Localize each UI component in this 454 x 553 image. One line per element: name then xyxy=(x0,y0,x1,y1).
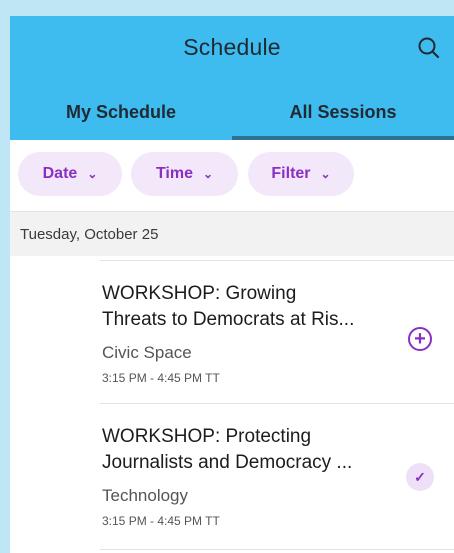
app-header: Schedule My Schedule All Sessions xyxy=(10,16,454,140)
session-time: 3:15 PM - 4:45 PM TT xyxy=(102,371,220,385)
page-title: Schedule xyxy=(183,34,281,60)
filter-chip[interactable]: Filter ⌄ xyxy=(248,152,354,196)
session-title-line: Journalists and Democracy ... xyxy=(102,452,353,473)
session-title: WORKSHOP: Protecting Journalists and Dem… xyxy=(102,424,402,476)
date-filter-chip[interactable]: Date ⌄ xyxy=(18,152,122,196)
session-track: Technology xyxy=(102,486,189,505)
filter-label: Filter xyxy=(271,165,311,182)
tab-all-sessions[interactable]: All Sessions xyxy=(232,92,454,140)
time-filter-label: Time xyxy=(155,165,193,182)
tab-my-schedule[interactable]: My Schedule xyxy=(10,92,232,140)
added-to-schedule-button[interactable]: ✓ xyxy=(406,463,434,491)
day-header: Tuesday, October 25 xyxy=(10,211,454,256)
filter-bar: Date ⌄ Time ⌄ Filter ⌄ xyxy=(10,140,454,211)
session-title-line: Threats to Democrats at Ris... xyxy=(102,309,355,330)
session-time: 3:15 PM - 4:45 PM TT xyxy=(102,514,220,528)
session-track: Civic Space xyxy=(102,343,192,362)
chevron-down-icon: ⌄ xyxy=(87,167,98,181)
chevron-down-icon: ⌄ xyxy=(320,167,331,181)
session-title-line: WORKSHOP: Growing xyxy=(102,283,297,304)
date-filter-label: Date xyxy=(42,165,78,182)
session-divider xyxy=(100,549,454,553)
check-icon: ✓ xyxy=(414,468,426,485)
session-title-line: WORKSHOP: Protecting xyxy=(102,426,312,447)
tab-bar: My Schedule All Sessions xyxy=(10,92,454,140)
add-to-schedule-button[interactable]: + xyxy=(408,327,432,351)
session-item[interactable]: WORKSHOP: Growing Threats to Democrats a… xyxy=(100,260,454,404)
schedule-app: Schedule My Schedule All Sessions Date ⌄… xyxy=(10,16,454,553)
session-title: WORKSHOP: Growing Threats to Democrats a… xyxy=(102,281,402,333)
session-item[interactable]: WORKSHOP: Protecting Journalists and Dem… xyxy=(100,403,454,550)
add-circle-icon: + xyxy=(414,328,426,350)
search-icon[interactable] xyxy=(416,35,442,61)
time-filter-chip[interactable]: Time ⌄ xyxy=(131,152,238,196)
chevron-down-icon: ⌄ xyxy=(203,167,214,181)
